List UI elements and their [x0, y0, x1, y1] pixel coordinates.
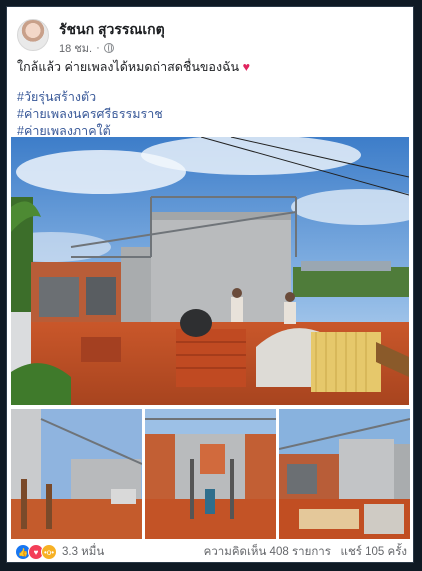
thumbnail-photo[interactable]	[279, 409, 410, 539]
share-count[interactable]: แชร์ 105 ครั้ง	[341, 546, 407, 558]
hashtag-list: #วัยรุ่นสร้างตัว #ค่ายเพลงนครศรีธรรมราช …	[17, 89, 163, 140]
facebook-post-card: รัชนก สุวรรณเกตุ 18 ชม. · ใกล้แล้ว ค่ายเ…	[6, 6, 414, 563]
thumbnail-photo[interactable]	[145, 409, 276, 539]
post-text: ใกล้แล้ว ค่ายเพลงได้หมดถ่าสดชื่นของฉัน ♥	[17, 59, 402, 76]
post-header: รัชนก สุวรรณเกตุ 18 ชม. ·	[17, 17, 397, 57]
post-message: ใกล้แล้ว ค่ายเพลงได้หมดถ่าสดชื่นของฉัน	[17, 60, 240, 74]
wow-face-icon: •o•	[41, 544, 57, 560]
globe-icon	[103, 43, 114, 53]
thumbnail-photo[interactable]	[11, 409, 142, 539]
hashtag[interactable]: #ค่ายเพลงนครศรีธรรมราช	[17, 106, 163, 123]
engagement-stats: ความคิดเห็น 408 รายการ แชร์ 105 ครั้ง	[204, 543, 407, 561]
hashtag[interactable]: #วัยรุ่นสร้างตัว	[17, 89, 163, 106]
comment-count[interactable]: ความคิดเห็น 408 รายการ	[204, 546, 331, 558]
author-name[interactable]: รัชนก สุวรรณเกตุ	[59, 19, 165, 41]
post-time[interactable]: 18 ชม.	[59, 39, 92, 57]
post-footer: 👍 ♥ •o• 3.3 หมื่น ความคิดเห็น 408 รายการ…	[15, 543, 407, 561]
author-avatar[interactable]	[17, 19, 49, 51]
heart-icon: ♥	[242, 60, 251, 74]
main-photo[interactable]	[11, 137, 409, 405]
reaction-count: 3.3 หมื่น	[62, 546, 105, 558]
reactions-summary[interactable]: 👍 ♥ •o• 3.3 หมื่น	[15, 543, 104, 561]
post-meta: 18 ชม. ·	[59, 39, 114, 57]
